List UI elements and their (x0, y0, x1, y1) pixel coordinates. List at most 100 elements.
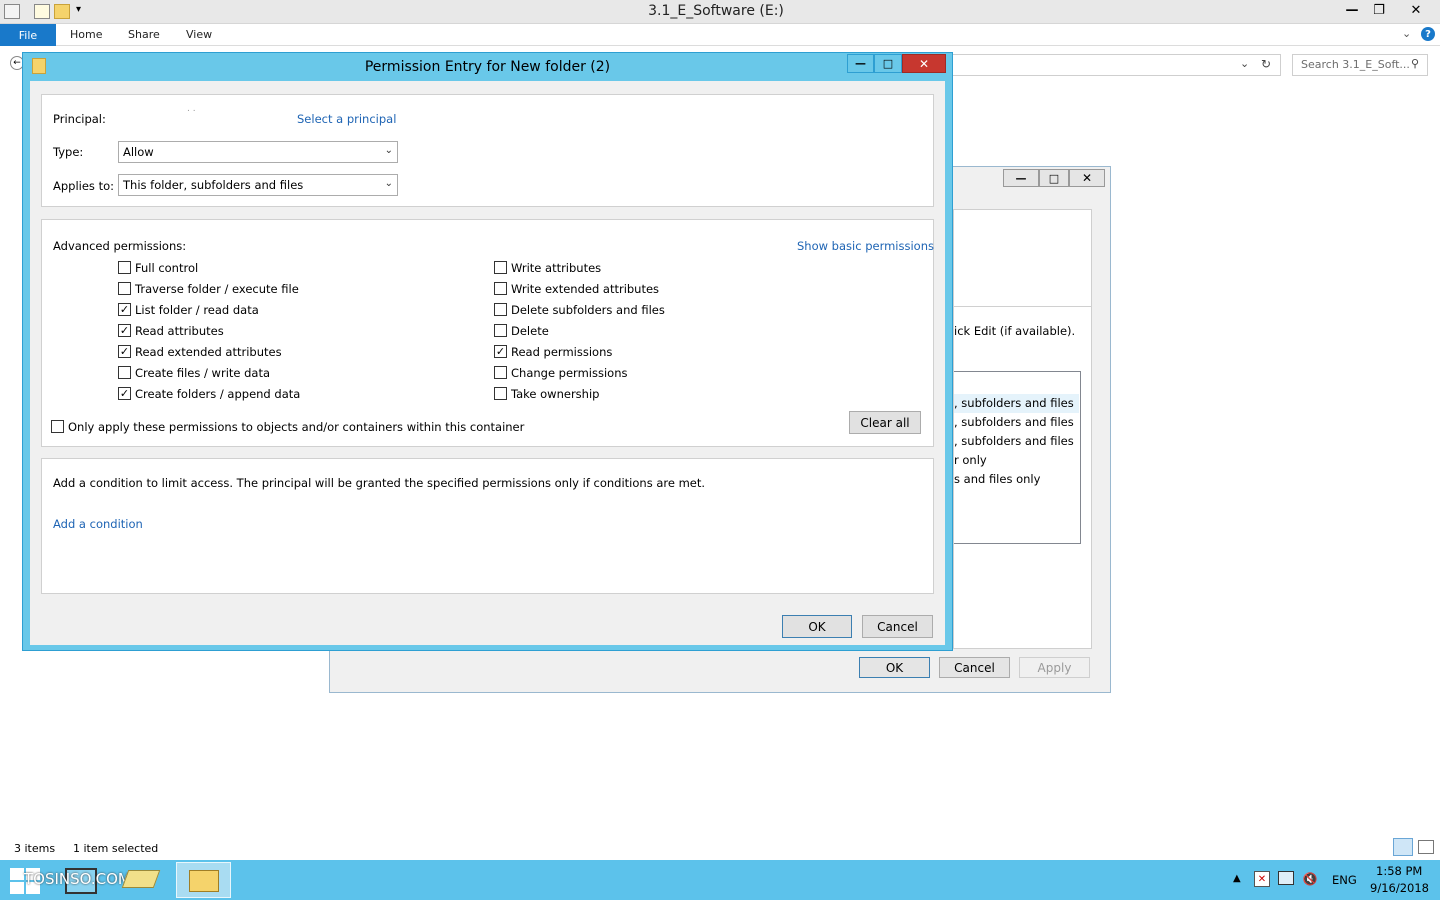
checkbox[interactable] (118, 366, 131, 379)
checkbox[interactable] (494, 282, 507, 295)
permission-write-extended-attributes[interactable]: Write extended attributes (494, 278, 665, 299)
volume-muted-icon[interactable]: 🔇 (1302, 871, 1318, 887)
status-selection: 1 item selected (73, 842, 159, 855)
action-center-icon[interactable]: ✕ (1254, 871, 1270, 887)
bg-close-button[interactable]: ✕ (1069, 169, 1105, 187)
permission-delete[interactable]: Delete (494, 320, 665, 341)
permission-label: Write extended attributes (511, 281, 660, 296)
dialog-body: Principal: . . Select a principal Type: … (30, 81, 945, 645)
search-input[interactable]: Search 3.1_E_Soft... ⚲ (1292, 54, 1428, 76)
checkbox[interactable] (118, 261, 131, 274)
permission-label: Take ownership (511, 386, 600, 401)
bg-apply-button[interactable]: Apply (1019, 657, 1090, 678)
dialog-close-button[interactable]: ✕ (902, 54, 946, 73)
powershell-icon[interactable] (121, 870, 161, 888)
permission-change-permissions[interactable]: Change permissions (494, 362, 665, 383)
permission-create-files[interactable]: Create files / write data (118, 362, 300, 383)
details-view-icon[interactable] (1393, 838, 1413, 856)
show-hidden-icons-icon[interactable]: ▲ (1233, 873, 1241, 884)
large-icons-view-icon[interactable] (1418, 840, 1434, 854)
file-explorer-taskbar-button[interactable] (176, 862, 231, 898)
bg-permission-list[interactable]: , subfolders and files , subfolders and … (954, 371, 1081, 544)
clock-time[interactable]: 1:58 PM (1376, 864, 1422, 878)
principal-label: Principal: (53, 112, 106, 126)
permission-create-folders[interactable]: ✓ Create folders / append data (118, 383, 300, 404)
type-select[interactable]: Allow ⌄ (118, 141, 398, 163)
tab-file[interactable]: File (0, 24, 56, 46)
permission-label: Create folders / append data (135, 386, 301, 401)
cancel-button[interactable]: Cancel (862, 615, 933, 638)
checkbox-checked[interactable]: ✓ (494, 345, 507, 358)
checkbox-checked[interactable]: ✓ (118, 345, 131, 358)
input-language[interactable]: ENG (1332, 873, 1357, 887)
network-icon[interactable] (1278, 871, 1294, 885)
dialog-minimize-button[interactable]: — (847, 54, 874, 73)
chevron-down-icon: ⌄ (384, 178, 393, 189)
dialog-maximize-button[interactable]: □ (874, 54, 902, 73)
checkbox[interactable] (494, 387, 507, 400)
checkbox[interactable] (494, 261, 507, 274)
clock-date[interactable]: 9/16/2018 (1370, 881, 1429, 895)
condition-text: Add a condition to limit access. The pri… (53, 476, 706, 490)
help-icon[interactable]: ? (1421, 27, 1435, 41)
checkbox-checked[interactable]: ✓ (118, 324, 131, 337)
clear-all-button[interactable]: Clear all (849, 411, 921, 434)
tab-home[interactable]: Home (70, 28, 102, 41)
list-item[interactable]: , subfolders and files (954, 413, 1074, 429)
permission-full-control[interactable]: Full control (118, 257, 300, 278)
permission-label: Read attributes (135, 323, 224, 338)
expand-ribbon-icon[interactable]: ⌄ (1402, 27, 1411, 40)
permission-delete-subfolders[interactable]: Delete subfolders and files (494, 299, 665, 320)
permission-write-attributes[interactable]: Write attributes (494, 257, 665, 278)
status-items-count: 3 items (14, 842, 56, 855)
refresh-icon[interactable]: ↻ (1261, 57, 1271, 71)
tab-view[interactable]: View (186, 28, 212, 41)
checkbox[interactable] (494, 303, 507, 316)
bg-cancel-button[interactable]: Cancel (939, 657, 1010, 678)
tab-share[interactable]: Share (128, 28, 160, 41)
ribbon: File Home Share View ⌄ ? (0, 24, 1440, 46)
show-basic-permissions-link[interactable]: Show basic permissions (797, 239, 934, 253)
ok-button[interactable]: OK (782, 615, 852, 638)
close-button[interactable]: ✕ (1396, 0, 1436, 20)
checkbox-checked[interactable]: ✓ (118, 387, 131, 400)
permission-read-attributes[interactable]: ✓ Read attributes (118, 320, 300, 341)
applies-to-value: This folder, subfolders and files (123, 178, 304, 192)
applies-to-label: Applies to: (53, 179, 114, 193)
permission-label: Read extended attributes (135, 344, 282, 359)
list-item[interactable]: , subfolders and files (954, 432, 1074, 448)
advanced-permissions-group: Advanced permissions: Show basic permiss… (41, 219, 934, 447)
checkbox[interactable] (118, 282, 131, 295)
bg-maximize-button[interactable]: □ (1039, 169, 1069, 187)
list-item[interactable]: r only (954, 451, 987, 467)
chevron-down-icon: ⌄ (384, 145, 393, 156)
permission-read-permissions[interactable]: ✓ Read permissions (494, 341, 665, 362)
permission-label: Delete (511, 323, 549, 338)
checkbox-checked[interactable]: ✓ (118, 303, 131, 316)
permission-label: Delete subfolders and files (511, 302, 665, 317)
taskbar: TOSINSO.COM ▲ ✕ 🔇 ENG 1:58 PM 9/16/2018 (0, 860, 1440, 900)
restore-button[interactable]: ❐ (1361, 0, 1397, 20)
add-condition-link[interactable]: Add a condition (53, 517, 143, 531)
address-dropdown-icon[interactable]: ⌄ (1240, 57, 1249, 70)
checkbox[interactable] (494, 366, 507, 379)
select-principal-link[interactable]: Select a principal (297, 112, 396, 126)
checkbox[interactable] (51, 420, 64, 433)
applies-to-select[interactable]: This folder, subfolders and files ⌄ (118, 174, 398, 196)
checkbox[interactable] (494, 324, 507, 337)
permission-read-extended-attributes[interactable]: ✓ Read extended attributes (118, 341, 300, 362)
permission-traverse-folder[interactable]: Traverse folder / execute file (118, 278, 300, 299)
explorer-window-title: 3.1_E_Software (E:) (648, 3, 784, 19)
bg-ok-button[interactable]: OK (859, 657, 930, 678)
permission-label: Change permissions (511, 365, 628, 380)
permission-take-ownership[interactable]: Take ownership (494, 383, 665, 404)
bg-dialog-text: ick Edit (if available). (954, 324, 1076, 338)
address-bar[interactable]: ⌄ ↻ (950, 54, 1281, 76)
permission-label: Full control (135, 260, 199, 275)
permission-list-folder[interactable]: ✓ List folder / read data (118, 299, 300, 320)
bg-minimize-button[interactable]: — (1003, 169, 1039, 187)
list-item[interactable]: , subfolders and files (954, 394, 1079, 413)
only-apply-checkbox-row[interactable]: Only apply these permissions to objects … (51, 416, 524, 437)
permissions-right-column: Write attributes Write extended attribut… (494, 257, 665, 404)
list-item[interactable]: s and files only (954, 470, 1040, 486)
